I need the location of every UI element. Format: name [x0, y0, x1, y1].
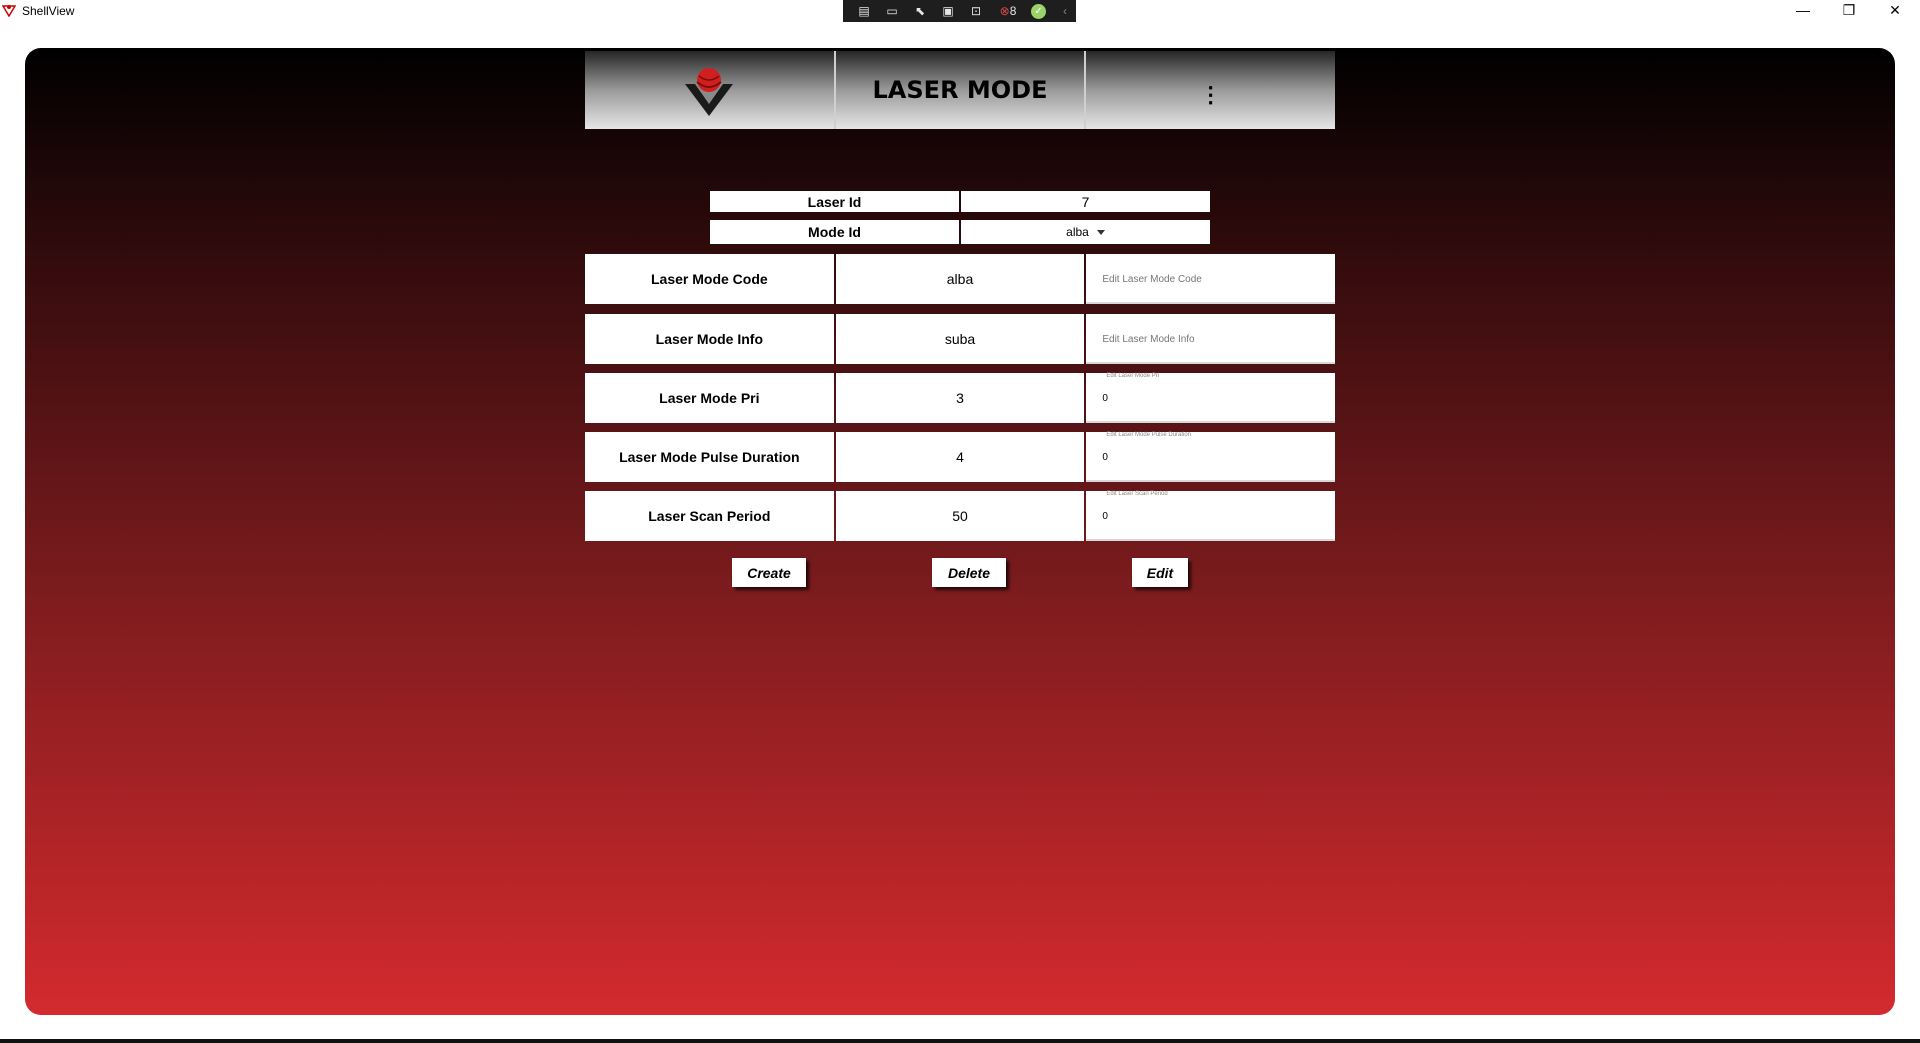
xaml-debug-toolbar: ▤ ▭ ⬉ ▣ ⊡ ⊗8 ✓ ‹: [843, 0, 1076, 22]
mode-id-selected-value: alba: [1066, 225, 1089, 239]
display-layout-icon[interactable]: ▣: [939, 3, 957, 19]
page-title: LASER MODE: [872, 76, 1048, 104]
binding-failures-count: 8: [1009, 4, 1017, 18]
collapse-chevron-icon[interactable]: ‹: [1056, 3, 1074, 19]
live-visual-tree-icon[interactable]: ▤: [855, 3, 873, 19]
laser-mode-pulse-duration-float-label: Edit Laser Mode Pulse Duration: [1106, 432, 1192, 438]
company-logo-icon: [685, 68, 734, 116]
restore-button[interactable]: ❐: [1826, 0, 1872, 22]
header-logo-cell: [585, 51, 836, 129]
laser-mode-pri-float-label: Edit Laser Mode Pri: [1106, 373, 1160, 379]
laser-mode-pri-input[interactable]: [1102, 387, 1303, 409]
page-header: LASER MODE ⋮: [585, 51, 1336, 129]
laser-scan-period-input[interactable]: [1102, 505, 1303, 527]
laser-id-label: Laser Id: [710, 191, 959, 212]
header-title-cell: LASER MODE: [835, 51, 1087, 129]
laser-mode-pri-row: Laser Mode Pri 3 Edit Laser Mode Pri: [585, 373, 1336, 423]
binding-failures-icon[interactable]: ⊗8: [995, 3, 1021, 19]
laser-mode-pulse-duration-input[interactable]: [1102, 446, 1303, 468]
laser-mode-code-label: Laser Mode Code: [585, 254, 834, 304]
laser-id-value: 7: [961, 191, 1210, 212]
close-button[interactable]: ✕: [1872, 0, 1918, 22]
laser-scan-period-label: Laser Scan Period: [585, 491, 834, 541]
mode-id-dropdown[interactable]: alba: [961, 220, 1210, 244]
laser-mode-pulse-duration-value: 4: [835, 432, 1085, 482]
laser-mode-info-label: Laser Mode Info: [585, 314, 834, 364]
window-title-bar: ShellView ▤ ▭ ⬉ ▣ ⊡ ⊗8 ✓ ‹ — ❐ ✕: [0, 0, 1920, 24]
laser-mode-code-value: alba: [835, 254, 1085, 304]
dropdown-arrow-icon: [1096, 229, 1105, 235]
window-title: ShellView: [22, 4, 75, 18]
app-logo-icon: [2, 5, 16, 17]
edit-button[interactable]: Edit: [1132, 558, 1188, 587]
create-button[interactable]: Create: [732, 558, 806, 587]
laser-mode-pulse-duration-row: Laser Mode Pulse Duration 4 Edit Laser M…: [585, 432, 1336, 482]
laser-scan-period-input-cell: Edit Laser Scan Period: [1086, 491, 1336, 541]
mode-id-label: Mode Id: [710, 220, 959, 244]
laser-mode-pri-input-cell: Edit Laser Mode Pri: [1086, 373, 1336, 423]
checkmark-icon[interactable]: ✓: [1031, 3, 1046, 19]
laser-mode-code-input[interactable]: [1102, 268, 1303, 290]
laser-scan-period-float-label: Edit Laser Scan Period: [1106, 491, 1168, 497]
laser-mode-info-input[interactable]: [1102, 328, 1303, 350]
laser-mode-pri-value: 3: [835, 373, 1085, 423]
select-element-icon[interactable]: ⬉: [911, 3, 929, 19]
laser-mode-pulse-duration-label: Laser Mode Pulse Duration: [585, 432, 834, 482]
laser-scan-period-row: Laser Scan Period 50 Edit Laser Scan Per…: [585, 491, 1336, 541]
delete-button[interactable]: Delete: [932, 558, 1006, 587]
app-content-area: LASER MODE ⋮ Laser Id 7 Mode Id alba Las…: [25, 48, 1895, 1015]
header-menu-cell: ⋮: [1086, 51, 1336, 129]
laser-mode-code-row: Laser Mode Code alba: [585, 254, 1336, 304]
mode-id-row: Mode Id alba: [710, 220, 1210, 244]
laser-mode-info-value: suba: [835, 314, 1085, 364]
minimize-button[interactable]: —: [1780, 0, 1826, 22]
laser-mode-info-row: Laser Mode Info suba: [585, 314, 1336, 364]
laser-id-row: Laser Id 7: [710, 191, 1210, 212]
camera-icon[interactable]: ▭: [883, 3, 901, 19]
laser-mode-pulse-duration-input-cell: Edit Laser Mode Pulse Duration: [1086, 432, 1336, 482]
laser-mode-pri-label: Laser Mode Pri: [585, 373, 834, 423]
track-focus-icon[interactable]: ⊡: [967, 3, 985, 19]
laser-scan-period-value: 50: [835, 491, 1085, 541]
laser-mode-info-input-cell: [1086, 314, 1336, 364]
laser-mode-code-input-cell: [1086, 254, 1336, 304]
more-options-icon[interactable]: ⋮: [1200, 84, 1222, 106]
taskbar-edge: [0, 1039, 1920, 1043]
